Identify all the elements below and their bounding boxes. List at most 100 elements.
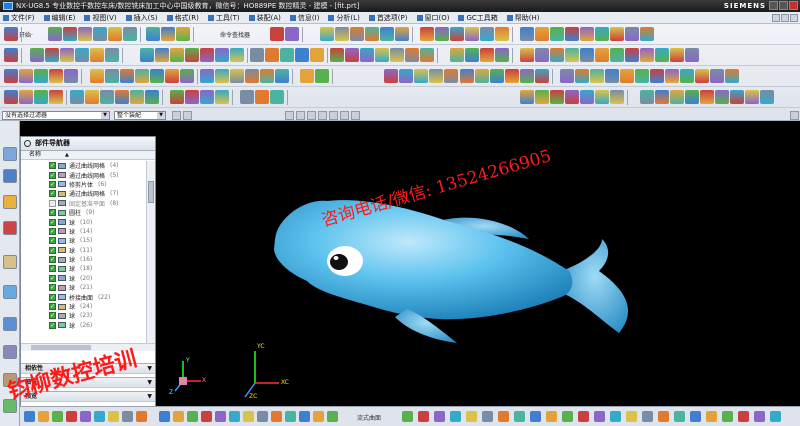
- curve-tool-icon[interactable]: [626, 411, 637, 422]
- feature-row[interactable]: ✓ 通过曲线网格 (4): [21, 161, 147, 170]
- feature-tool-icon[interactable]: [550, 48, 564, 62]
- filter-reset-button[interactable]: [183, 111, 192, 120]
- feature-tool-icon[interactable]: [595, 48, 609, 62]
- menu-tools[interactable]: 工具(T): [207, 13, 240, 23]
- standard-tool-icon[interactable]: [450, 27, 464, 41]
- menu-preferences[interactable]: 首选项(P): [368, 13, 408, 23]
- menu-analysis[interactable]: 分析(L): [328, 13, 360, 23]
- feature-row[interactable]: ✓ 球 (10): [21, 217, 147, 227]
- curve-tool-icon[interactable]: [754, 411, 765, 422]
- bottom-tool-icon[interactable]: [313, 411, 324, 422]
- surface-tool-icon[interactable]: [260, 69, 274, 83]
- feature-tool-icon[interactable]: [30, 48, 44, 62]
- standard-tool-icon[interactable]: [520, 27, 534, 41]
- surface-tool-icon[interactable]: [105, 69, 119, 83]
- menu-window[interactable]: 窗口(O): [416, 13, 449, 23]
- bottom-tool-icon[interactable]: [38, 411, 49, 422]
- curve-tool-icon[interactable]: [562, 411, 573, 422]
- standard-tool-icon[interactable]: [550, 27, 564, 41]
- surface-tool-icon[interactable]: [575, 69, 589, 83]
- feature-row[interactable]: ✓ 通过曲线网格 (5): [21, 170, 147, 180]
- command-finder-label[interactable]: 命令查找器: [220, 30, 250, 39]
- bottom-tool-icon[interactable]: [229, 411, 240, 422]
- feature-row[interactable]: ✓ 球 (24): [21, 302, 147, 311]
- feature-tool-icon[interactable]: [295, 48, 309, 62]
- menu-format[interactable]: 格式(R): [166, 13, 199, 23]
- standard-tool-icon[interactable]: [320, 27, 334, 41]
- feature-tool-icon[interactable]: [405, 48, 419, 62]
- bottom-tool-icon[interactable]: [243, 411, 254, 422]
- analysis-tool-icon[interactable]: [640, 90, 654, 104]
- feature-tool-icon[interactable]: [90, 48, 104, 62]
- feature-tool-icon[interactable]: [140, 48, 154, 62]
- standard-tool-icon[interactable]: [480, 27, 494, 41]
- feature-tool-icon[interactable]: [520, 48, 534, 62]
- bottom-tool-icon[interactable]: [24, 411, 35, 422]
- standard-tool-icon[interactable]: [78, 27, 92, 41]
- curve-tool-icon[interactable]: [658, 411, 669, 422]
- bottom-tool-icon[interactable]: [122, 411, 133, 422]
- feature-tool-icon[interactable]: [495, 48, 509, 62]
- feature-tool-icon[interactable]: [330, 48, 344, 62]
- analysis-tool-icon[interactable]: [520, 90, 534, 104]
- web-browser-tab-icon[interactable]: [3, 285, 17, 299]
- feature-tool-icon[interactable]: [155, 48, 169, 62]
- curve-tool-icon[interactable]: [482, 411, 493, 422]
- curve-tool-icon[interactable]: [530, 411, 541, 422]
- surface-tool-icon[interactable]: [230, 69, 244, 83]
- visibility-checkbox[interactable]: ✓: [49, 274, 56, 282]
- bottom-tool-icon[interactable]: [52, 411, 63, 422]
- visibility-checkbox[interactable]: ✓: [49, 190, 56, 198]
- bottom-tool-icon[interactable]: [187, 411, 198, 422]
- feature-tool-icon[interactable]: [640, 48, 654, 62]
- curve-tool-icon[interactable]: [578, 411, 589, 422]
- analysis-tool-icon[interactable]: [550, 90, 564, 104]
- analysis-tool-icon[interactable]: [145, 90, 159, 104]
- curve-tool-icon[interactable]: [706, 411, 717, 422]
- analysis-tool-icon[interactable]: [565, 90, 579, 104]
- standard-tool-icon[interactable]: [395, 27, 409, 41]
- bottom-tool-icon[interactable]: [80, 411, 91, 422]
- standard-tool-icon[interactable]: [63, 27, 77, 41]
- feature-row[interactable]: ✓ 球 (18): [21, 264, 147, 273]
- feature-tool-icon[interactable]: [625, 48, 639, 62]
- surface-tool-icon[interactable]: [490, 69, 504, 83]
- feature-tool-icon[interactable]: [420, 48, 434, 62]
- analysis-tool-icon[interactable]: [185, 90, 199, 104]
- curve-tool-icon[interactable]: [466, 411, 477, 422]
- curve-tool-icon[interactable]: [722, 411, 733, 422]
- menu-edit[interactable]: 编辑(E): [43, 13, 75, 23]
- surface-tool-icon[interactable]: [19, 69, 33, 83]
- history-tab-icon[interactable]: [3, 317, 17, 331]
- feature-tool-icon[interactable]: [345, 48, 359, 62]
- feature-row[interactable]: ✓ 球 (16): [21, 255, 147, 264]
- standard-tool-icon[interactable]: [146, 27, 160, 41]
- visibility-checkbox[interactable]: ✓: [49, 171, 56, 179]
- surface-tool-icon[interactable]: [475, 69, 489, 83]
- bottom-tool-icon[interactable]: [257, 411, 268, 422]
- visibility-checkbox[interactable]: [49, 199, 56, 207]
- curve-tool-icon[interactable]: [434, 411, 445, 422]
- analysis-tool-icon[interactable]: [745, 90, 759, 104]
- bottom-tool-icon[interactable]: [215, 411, 226, 422]
- feature-tool-icon[interactable]: [45, 48, 59, 62]
- surface-tool-icon[interactable]: [590, 69, 604, 83]
- bottom-tool-icon[interactable]: [271, 411, 282, 422]
- menu-info[interactable]: 信息(I): [289, 13, 319, 23]
- surface-tool-icon[interactable]: [49, 69, 63, 83]
- surface-tool-icon[interactable]: [384, 69, 398, 83]
- scroll-thumb[interactable]: [148, 181, 154, 203]
- surface-tool-icon[interactable]: [275, 69, 289, 83]
- visibility-checkbox[interactable]: ✓: [49, 218, 56, 226]
- navigator-vertical-scrollbar[interactable]: [146, 161, 155, 343]
- snap-center-button[interactable]: [318, 111, 327, 120]
- analysis-tool-icon[interactable]: [130, 90, 144, 104]
- standard-tool-icon[interactable]: [270, 27, 284, 41]
- standard-tool-icon[interactable]: [420, 27, 434, 41]
- close-button[interactable]: [789, 1, 798, 10]
- curve-tool-icon[interactable]: [546, 411, 557, 422]
- analysis-tool-icon[interactable]: [34, 90, 48, 104]
- maximize-button[interactable]: [779, 1, 788, 10]
- feature-tool-icon[interactable]: [450, 48, 464, 62]
- doc-minimize-button[interactable]: [772, 14, 780, 22]
